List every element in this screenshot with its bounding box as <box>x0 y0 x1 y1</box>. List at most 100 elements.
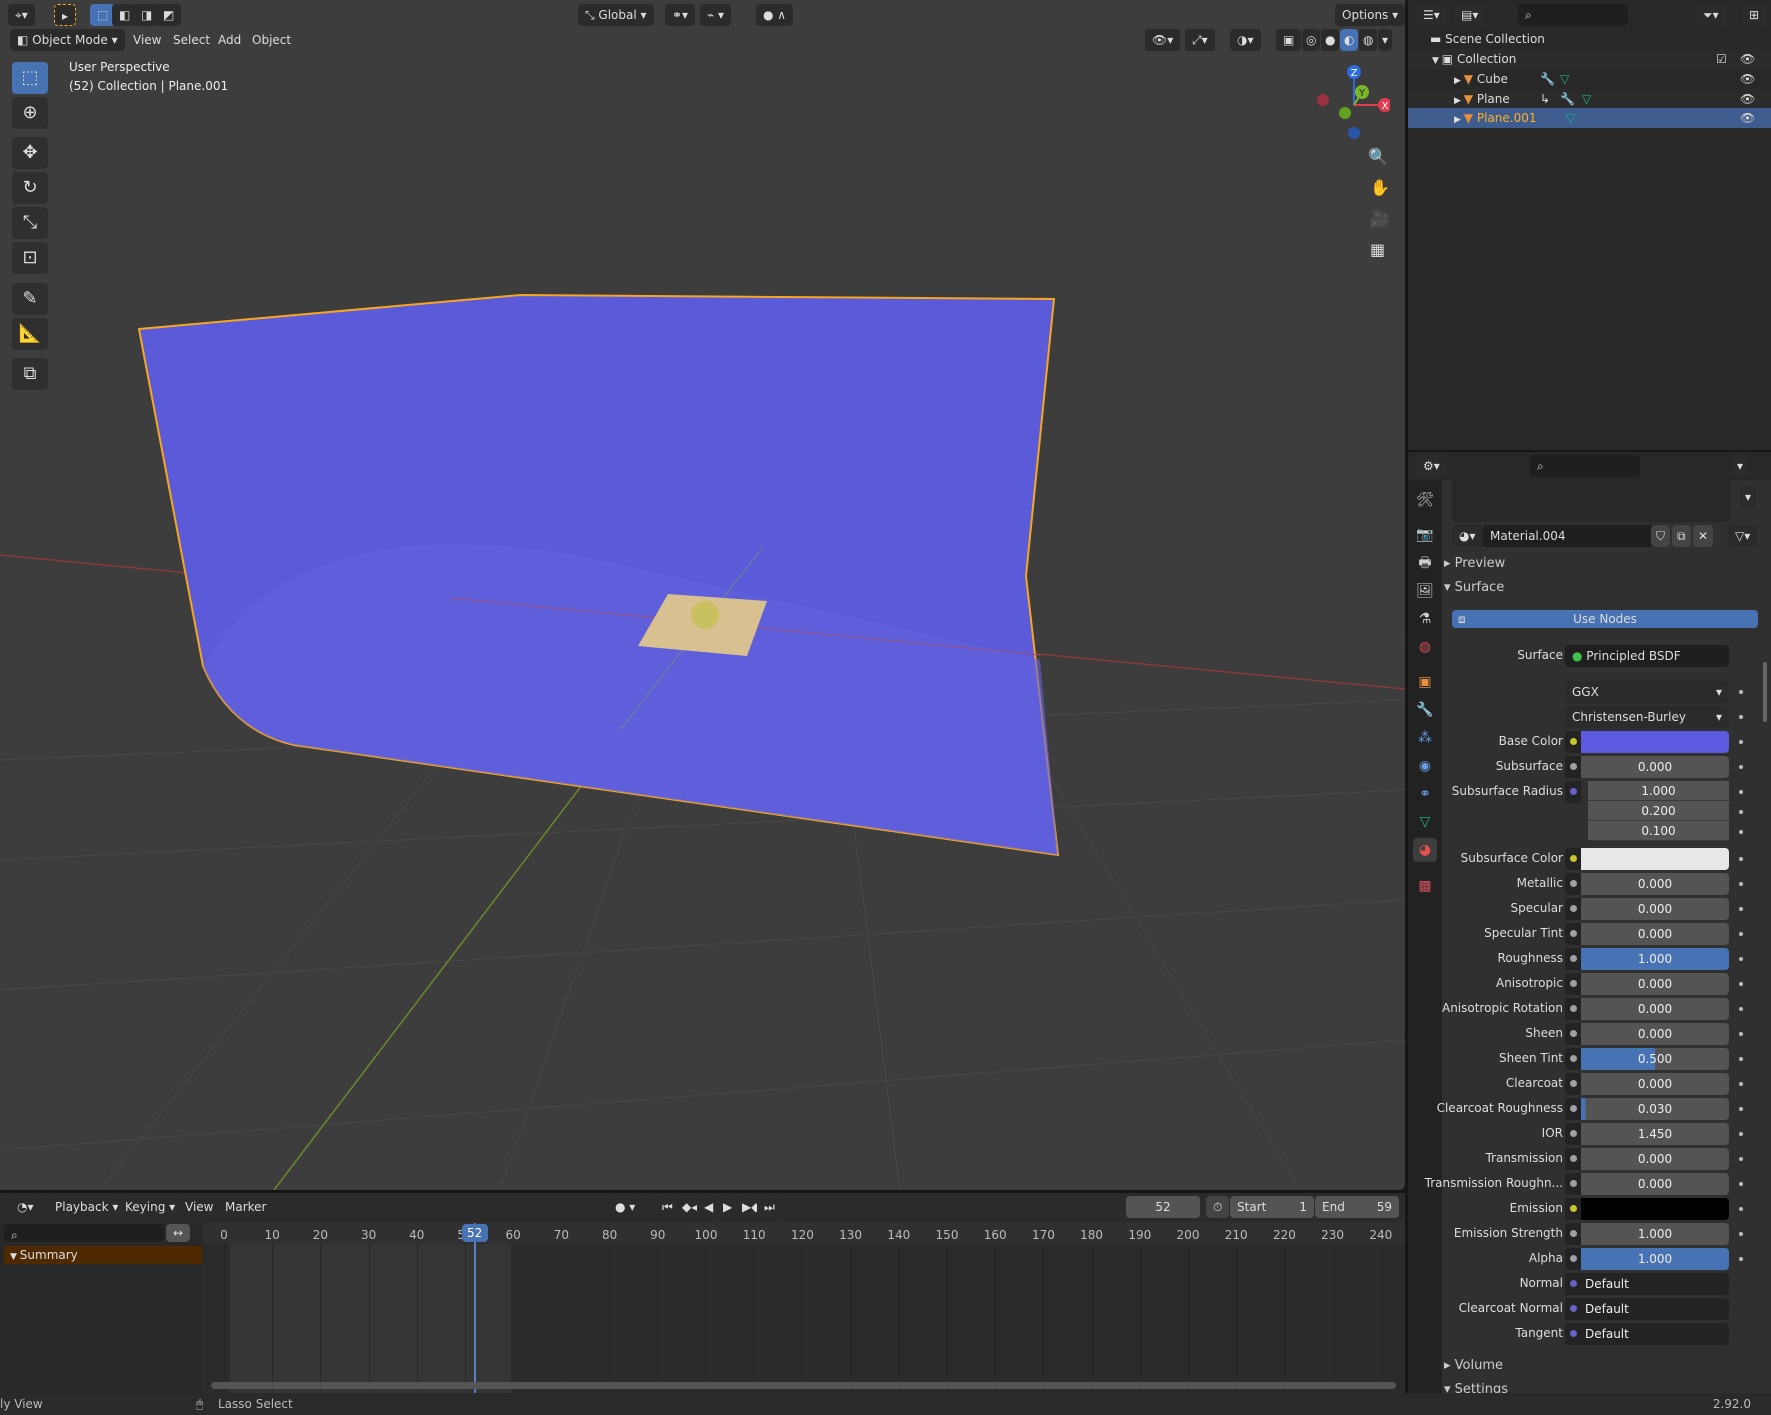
property-value-field[interactable]: 0.000 <box>1581 873 1729 895</box>
unlink-material-icon[interactable]: ✕ <box>1693 525 1714 547</box>
timeline-editor-type[interactable]: ◔▾ <box>10 1196 41 1218</box>
animate-dot[interactable] <box>1739 907 1743 911</box>
display-mode-dropdown[interactable]: ▤▾ <box>1454 4 1486 26</box>
collection-row[interactable]: ▼ ▣ Collection ☑ 👁 <box>1408 49 1771 69</box>
animate-dot[interactable] <box>1739 957 1743 961</box>
preview-range-stopwatch-icon[interactable]: ⏱ <box>1206 1196 1230 1218</box>
animate-dot[interactable] <box>1739 1007 1743 1011</box>
animate-dot[interactable] <box>1739 1157 1743 1161</box>
subsurface-method-dropdown[interactable]: Christensen-Burley ▾ <box>1565 706 1729 728</box>
render-tab-icon[interactable]: 📷 <box>1413 523 1437 547</box>
menu-marker[interactable]: Marker <box>218 1196 273 1218</box>
start-frame-field[interactable]: Start 1 <box>1230 1196 1314 1218</box>
expand-arrow-icon[interactable]: ▶ <box>1454 76 1464 86</box>
property-value-field[interactable]: 1.000 <box>1581 948 1729 970</box>
proportional-edit-toggle[interactable]: ● ∧ <box>756 4 794 26</box>
material-name-field[interactable]: Material.004 <box>1483 525 1659 547</box>
property-value-field[interactable]: 0.100 <box>1588 821 1729 841</box>
color-swatch[interactable] <box>1581 1198 1729 1220</box>
transform-orientation-dropdown[interactable]: ⤡ Global ▾ <box>578 4 654 26</box>
panel-surface[interactable]: ▾ Surface <box>1444 580 1504 595</box>
distribution-dropdown[interactable]: GGX ▾ <box>1565 681 1729 703</box>
channel-search-input[interactable]: ⌕ <box>4 1224 164 1242</box>
scale-tool-icon[interactable]: ⤡ <box>12 207 48 239</box>
menu-playback[interactable]: Playback ▾ <box>48 1196 126 1218</box>
animate-dot[interactable] <box>1739 1182 1743 1186</box>
view-layer-tab-icon[interactable]: 🖼 <box>1413 579 1437 603</box>
shading-dropdown[interactable]: ▾ <box>1378 29 1393 51</box>
select-mode-invert-button[interactable]: ◩ <box>156 4 182 26</box>
expand-arrow-icon[interactable]: ▼ <box>1432 56 1442 66</box>
xray-toggle[interactable]: ▣ <box>1276 29 1302 51</box>
properties-search-input[interactable]: ⌕ <box>1530 455 1640 477</box>
eye-icon[interactable]: 👁 <box>1740 108 1755 128</box>
socket-button[interactable] <box>1565 1073 1581 1095</box>
options-dropdown[interactable]: Options ▾ <box>1335 4 1405 26</box>
socket-button[interactable] <box>1565 1023 1581 1045</box>
outliner-item-plane-001[interactable]: ▶ ▼ Plane.001 ▽ 👁 <box>1408 108 1771 128</box>
material-slot-list[interactable] <box>1452 480 1730 522</box>
animate-dot[interactable] <box>1739 857 1743 861</box>
property-link-field[interactable]: Default <box>1565 1298 1729 1320</box>
animate-dot[interactable] <box>1739 1057 1743 1061</box>
overlay-toggle[interactable]: ◑▾ <box>1230 29 1261 51</box>
pivot-dropdown[interactable]: ⚭▾ <box>665 4 696 26</box>
socket-button[interactable] <box>1565 848 1581 870</box>
swap-filter-icon[interactable]: ↔ <box>166 1224 191 1242</box>
color-swatch[interactable] <box>1581 848 1729 870</box>
property-value-field[interactable]: 0.000 <box>1581 756 1729 778</box>
panel-preview[interactable]: ▸ Preview <box>1444 556 1505 571</box>
auto-keying-toggle[interactable]: ● ▾ <box>608 1196 643 1218</box>
menu-keying[interactable]: Keying ▾ <box>118 1196 183 1218</box>
outliner-item-cube[interactable]: ▶ ▼ Cube 🔧 ▽ 👁 <box>1408 69 1771 89</box>
link-data-dropdown[interactable]: ▽▾ <box>1728 525 1758 547</box>
animate-dot[interactable] <box>1739 932 1743 936</box>
collection-checkbox[interactable]: ☑ <box>1716 49 1727 69</box>
pan-view-icon[interactable]: ✋ <box>1370 178 1390 197</box>
editor-type-button[interactable]: ⌖▾ <box>8 4 35 26</box>
animate-dot[interactable] <box>1739 1082 1743 1086</box>
gizmo-toggle[interactable]: ⤢▾ <box>1185 29 1215 51</box>
slot-list-expand[interactable]: ▾ <box>1740 486 1757 508</box>
animate-dot[interactable] <box>1739 882 1743 886</box>
property-value-field[interactable]: 0.000 <box>1581 1148 1729 1170</box>
timeline-scrollbar[interactable] <box>211 1382 1396 1389</box>
socket-button[interactable] <box>1565 923 1581 945</box>
socket-button[interactable] <box>1565 1223 1581 1245</box>
outliner[interactable]: ☰▾ ▤▾ ⌕ ⏷▾ ⊞ ▬ Scene Collection ▼ ▣ Coll… <box>1408 0 1771 450</box>
modifier-tab-icon[interactable]: 🔧 <box>1413 698 1437 722</box>
shading-rendered[interactable]: ◍ <box>1359 29 1378 51</box>
select-box-tool-icon[interactable]: ⬚ <box>12 62 48 94</box>
property-value-field[interactable]: 1.000 <box>1581 1248 1729 1270</box>
mode-dropdown[interactable]: ◧ Object Mode ▾ <box>10 29 125 51</box>
animate-dot[interactable] <box>1739 1207 1743 1211</box>
animate-dot[interactable] <box>1739 830 1743 834</box>
shading-wireframe[interactable]: ◎ <box>1302 29 1321 51</box>
menu-view[interactable]: View <box>178 1196 220 1218</box>
animate-dot[interactable] <box>1739 765 1743 769</box>
new-collection-button[interactable]: ⊞ <box>1742 4 1767 26</box>
property-link-field[interactable]: Default <box>1565 1273 1729 1295</box>
fake-user-shield-icon[interactable]: ⛉ <box>1651 525 1671 547</box>
property-value-field[interactable]: 0.000 <box>1581 923 1729 945</box>
timeline[interactable]: ◔▾ Playback ▾ Keying ▾ View Marker ● ▾ ⏮… <box>0 1193 1405 1393</box>
socket-button[interactable] <box>1565 873 1581 895</box>
annotate-tool-icon[interactable]: ✎ <box>12 283 48 315</box>
tool-tab-icon[interactable]: 🛠 <box>1413 488 1437 512</box>
animate-dot[interactable] <box>1739 740 1743 744</box>
menu-select[interactable]: Select <box>166 29 217 51</box>
property-value-field[interactable]: 0.000 <box>1581 1073 1729 1095</box>
property-value-field[interactable]: 0.000 <box>1581 1023 1729 1045</box>
snap-toggle[interactable]: ⌁ ▾ <box>700 4 732 26</box>
add-cube-tool-icon[interactable]: ⧉ <box>12 358 48 390</box>
animate-dot[interactable] <box>1739 715 1743 719</box>
property-value-field[interactable]: 1.000 <box>1588 781 1729 801</box>
socket-button[interactable] <box>1565 1098 1581 1120</box>
shading-solid[interactable]: ● <box>1321 29 1340 51</box>
expand-arrow-icon[interactable]: ▶ <box>1454 115 1464 125</box>
socket-button[interactable] <box>1565 1173 1581 1195</box>
zoom-view-icon[interactable]: 🔍 <box>1368 147 1388 166</box>
property-value-field[interactable]: 0.000 <box>1581 998 1729 1020</box>
3d-viewport[interactable]: ⌖▾ ▸ ⬚ ◧ ◨ ◩ ⤡ Global ▾ ⚭▾ ⌁ ▾ ● ∧ Optio… <box>0 0 1405 1190</box>
expand-arrow-icon[interactable]: ▼ <box>10 1252 20 1262</box>
